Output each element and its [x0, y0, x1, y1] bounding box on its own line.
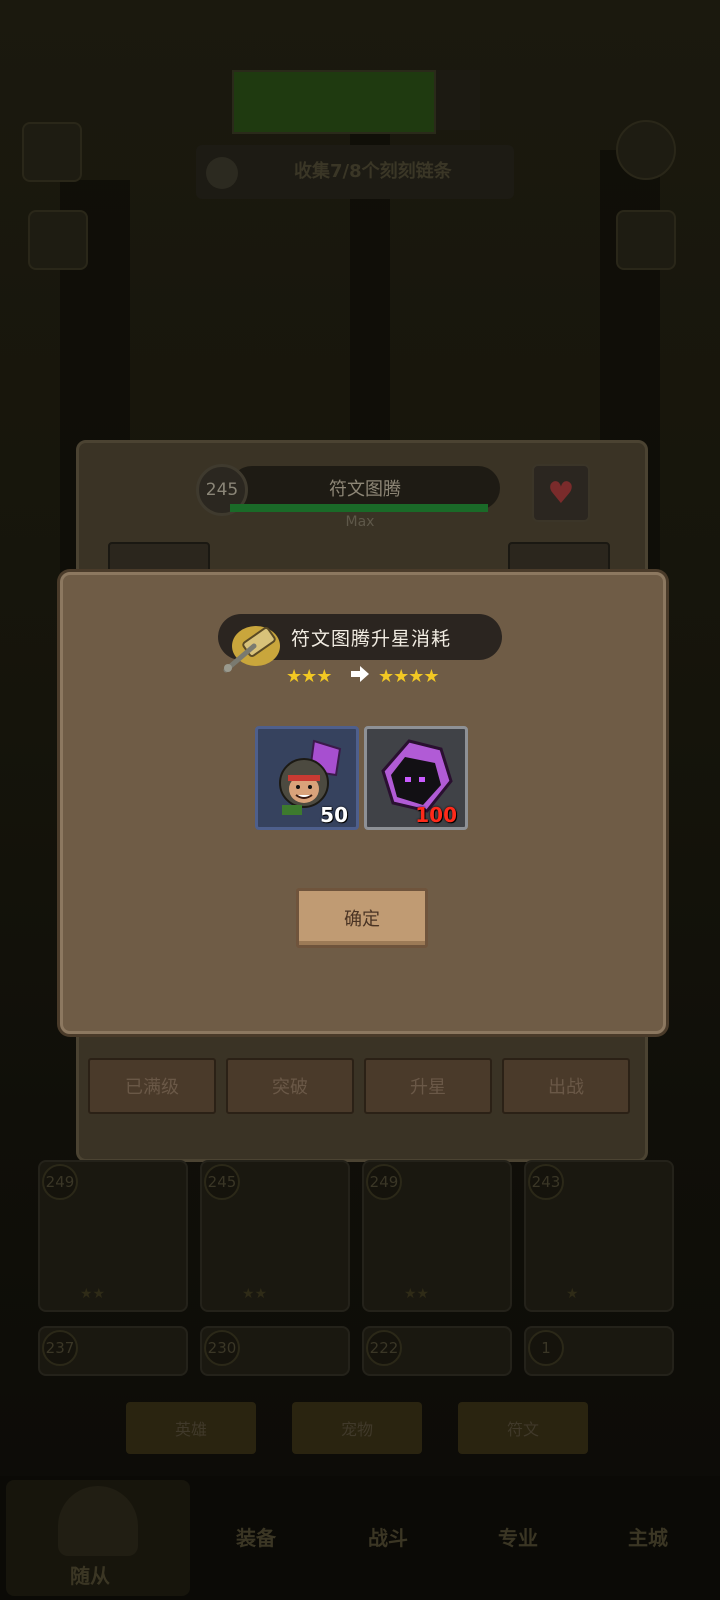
deploy-button[interactable]: 出战 — [502, 1058, 630, 1114]
hero-card-level: 222 — [366, 1330, 402, 1366]
max-level-button[interactable]: 已满级 — [88, 1058, 216, 1114]
hero-card-level: 230 — [204, 1330, 240, 1366]
star-up-button[interactable]: 升星 — [364, 1058, 492, 1114]
hero-card-stars: ★★ — [80, 1286, 106, 1302]
arrow-right-icon — [351, 666, 369, 682]
nav-profession[interactable]: 专业 — [498, 1522, 538, 1551]
hero-level-bar — [230, 504, 488, 512]
tab-hero[interactable]: 英雄 — [126, 1402, 256, 1454]
hero-card[interactable]: 230 — [200, 1326, 350, 1376]
hero-card[interactable]: 249 ★★ — [38, 1160, 188, 1312]
hero-card[interactable]: 243 ★ — [524, 1160, 674, 1312]
swap-icon[interactable] — [436, 70, 480, 130]
chest-icon[interactable] — [22, 122, 82, 182]
hero-card-stars: ★★ — [404, 1286, 430, 1302]
settings-gear-icon[interactable] — [616, 120, 676, 180]
cost-item-crystal[interactable]: 100 — [364, 726, 468, 830]
nav-battle[interactable]: 战斗 — [368, 1522, 408, 1551]
hero-card-level: 243 — [528, 1164, 564, 1200]
coin-icon — [206, 157, 238, 189]
cost-item-hero-shard[interactable]: 50 — [255, 726, 359, 830]
hero-card-level: 249 — [42, 1164, 78, 1200]
stars-from: ★★★ — [286, 666, 332, 687]
rune-hammer-icon — [223, 626, 280, 673]
hero-card[interactable]: 237 — [38, 1326, 188, 1376]
hero-card[interactable]: 222 — [362, 1326, 512, 1376]
shield-icon[interactable] — [28, 210, 88, 270]
hero-card-stars: ★★ — [242, 1286, 268, 1302]
item-count: 100 — [415, 803, 457, 827]
nav-main-city[interactable]: 主城 — [628, 1522, 668, 1551]
nav-followers[interactable]: 随从 — [6, 1480, 190, 1596]
hero-card[interactable]: 1 — [524, 1326, 674, 1376]
hero-card-level: 249 — [366, 1164, 402, 1200]
breakthrough-button[interactable]: 突破 — [226, 1058, 354, 1114]
collect-banner[interactable]: 收集7/8个刻刻链条 — [196, 145, 514, 199]
confirm-button[interactable]: 确定 — [296, 888, 428, 948]
hero-card[interactable]: 245 ★★ — [200, 1160, 350, 1312]
hero-card-level: 1 — [528, 1330, 564, 1366]
favorite-heart-button[interactable]: ♥ — [532, 464, 590, 522]
hero-card[interactable]: 249 ★★ — [362, 1160, 512, 1312]
hero-card-stars: ★ — [566, 1286, 579, 1302]
tab-rune[interactable]: 符文 — [458, 1402, 588, 1454]
hero-max-label: Max — [345, 514, 375, 530]
book-icon[interactable] — [616, 210, 676, 270]
hero-card-level: 245 — [204, 1164, 240, 1200]
hero-card-level: 237 — [42, 1330, 78, 1366]
hero-level-bar-fill — [230, 504, 488, 512]
tab-pet[interactable]: 宠物 — [292, 1402, 422, 1454]
nav-label: 随从 — [70, 1564, 110, 1588]
nav-equipment[interactable]: 装备 — [236, 1522, 276, 1551]
collect-text: 收集7/8个刻刻链条 — [294, 161, 452, 182]
stars-to: ★★★★ — [378, 666, 440, 687]
modal-title-text: 符文图腾升星消耗 — [290, 627, 451, 650]
top-progress-panel[interactable] — [232, 70, 436, 134]
item-count: 50 — [320, 803, 348, 827]
viking-helmet-icon — [58, 1486, 138, 1556]
